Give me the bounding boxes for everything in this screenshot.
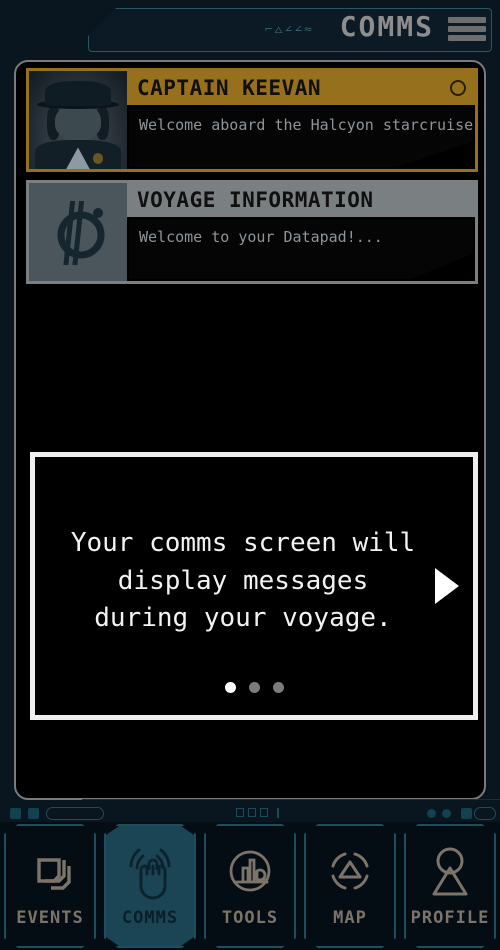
tooltip-text: Your comms screen will display messages … <box>70 528 416 634</box>
signal-hand-icon <box>117 838 183 904</box>
nav-label-map: MAP <box>333 908 367 928</box>
page-dot-1[interactable] <box>224 682 236 693</box>
page-dot-3[interactable] <box>272 682 284 693</box>
nav-item-tools[interactable]: TOOLS <box>200 822 300 950</box>
message-body: Welcome aboard the Halcyon starcruiser..… <box>129 107 473 167</box>
next-arrow-icon[interactable] <box>435 568 459 604</box>
stacked-cards-icon <box>17 838 83 904</box>
halcyon-logo-icon <box>29 183 127 281</box>
nav-item-comms[interactable]: COMMS <box>100 822 200 950</box>
message-header: CAPTAIN KEEVAN <box>127 71 475 105</box>
message-preview: Welcome to your Datapad!... <box>139 228 383 246</box>
comms-panel: CAPTAIN KEEVAN Welcome aboard the Halcyo… <box>14 60 486 800</box>
message-card[interactable]: VOYAGE INFORMATION Welcome to your Datap… <box>26 180 478 284</box>
nav-label-events: EVENTS <box>16 908 84 928</box>
nav-label-tools: TOOLS <box>221 908 279 928</box>
page-title: COMMS <box>339 10 434 43</box>
message-preview: Welcome aboard the Halcyon starcruiser..… <box>139 116 486 134</box>
nav-label-comms: COMMS <box>121 908 179 928</box>
nav-label-profile: PROFILE <box>410 908 490 928</box>
bottom-navigation: EVENTS COMMS TOOLS MAP PROFILE <box>0 822 500 950</box>
nav-item-events[interactable]: EVENTS <box>0 822 100 950</box>
captain-portrait <box>29 71 127 169</box>
message-sender: VOYAGE INFORMATION <box>137 188 374 212</box>
hamburger-menu-icon[interactable] <box>448 15 486 43</box>
header-aurebesh-text: ⌐△∠∠≈ <box>264 23 314 36</box>
unread-indicator-icon <box>450 80 466 96</box>
message-header: VOYAGE INFORMATION <box>127 183 475 217</box>
onboarding-tooltip: Your comms screen will display messages … <box>30 452 478 720</box>
header-bar: ⌐△∠∠≈ COMMS <box>0 0 500 60</box>
map-compass-icon <box>317 838 383 904</box>
message-sender: CAPTAIN KEEVAN <box>137 76 322 100</box>
person-icon <box>417 838 483 904</box>
city-search-icon <box>217 838 283 904</box>
page-dot-2[interactable] <box>248 682 260 693</box>
message-card[interactable]: CAPTAIN KEEVAN Welcome aboard the Halcyo… <box>26 68 478 172</box>
menu-bar-2 <box>448 26 486 32</box>
tooltip-page-dots <box>35 682 473 693</box>
status-strip <box>0 798 500 822</box>
menu-bar-3 <box>448 35 486 41</box>
nav-item-map[interactable]: MAP <box>300 822 400 950</box>
message-body: Welcome to your Datapad!... <box>129 219 473 279</box>
menu-bar-1 <box>448 17 486 23</box>
nav-item-profile[interactable]: PROFILE <box>400 822 500 950</box>
